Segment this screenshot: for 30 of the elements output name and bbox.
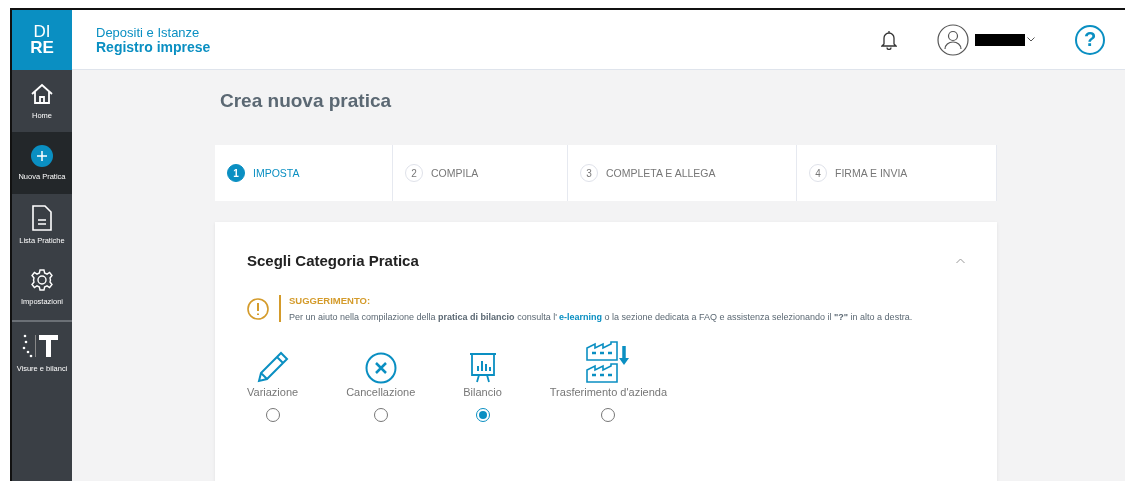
cancel-icon [364,352,397,384]
app-title: Registro imprese [96,39,212,55]
redaction-block [975,33,1025,46]
hint-title: SUGGERIMENTO: [289,295,372,306]
factories-arrow-icon [585,340,632,384]
pencil-icon [255,350,290,384]
plus-icon [31,145,53,167]
app-logo: DI RE [12,10,72,70]
notification-bell-icon[interactable] [881,29,897,50]
radio-button[interactable] [373,408,388,422]
card-title: Scegli Categoria Pratica [247,252,419,269]
radio-button[interactable] [265,408,280,422]
home-icon [30,82,54,106]
app-subtitle: Depositi e Istanze [96,24,201,40]
option-label: Variazione [247,386,299,398]
hint-text: Per un aiuto nella compilazione della pratica di bilancio consulta l' e-learning o la sezione dedicata a FAQ e assistenza selezionando il "?" in alto a destra. [289,312,913,322]
option-label: Cancellazione [346,386,416,398]
settings-icon [30,268,54,292]
radio-button[interactable] [475,408,490,422]
user-avatar-icon[interactable] [937,23,969,56]
option-label: Trasferimento d'azienda [549,386,668,398]
page-title: Crea nuova pratica [220,90,393,112]
presentation-chart-icon [468,352,497,384]
radio-button[interactable] [601,408,616,422]
help-button[interactable]: ? [1075,24,1105,55]
document-icon [32,205,52,231]
option-label: Bilancio [463,386,502,398]
e-learning-link[interactable]: e-learning [558,312,602,322]
chevron-down-icon[interactable] [1027,37,1035,42]
warning-icon [247,297,269,320]
